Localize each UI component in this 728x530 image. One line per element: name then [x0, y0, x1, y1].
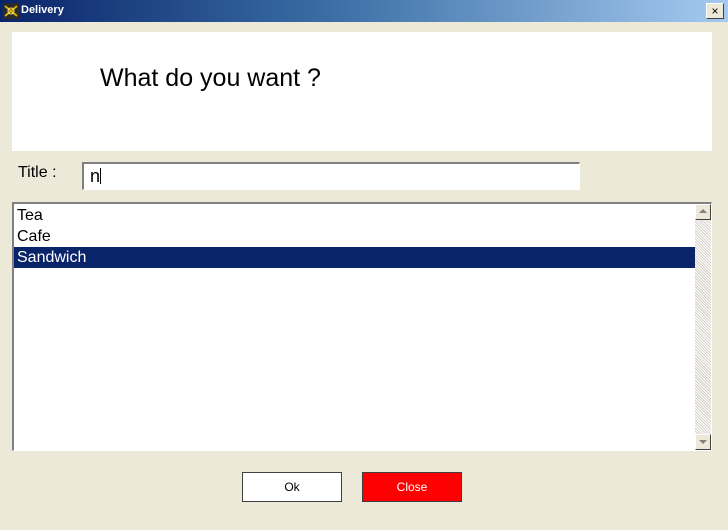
vertical-scrollbar[interactable] [695, 204, 711, 450]
text-caret [100, 168, 101, 184]
scroll-down-button[interactable] [695, 434, 711, 450]
arrow-up-icon [699, 209, 707, 213]
close-button[interactable]: Close [362, 472, 462, 502]
items-listbox[interactable]: Tea Cafe Sandwich [12, 202, 712, 451]
list-item[interactable]: Tea [14, 205, 695, 226]
prompt-text: What do you want ? [100, 64, 321, 92]
title-label: Title : [18, 164, 57, 181]
window-close-button[interactable]: × [706, 3, 724, 19]
arrow-down-icon [699, 440, 707, 444]
title-input[interactable] [82, 162, 580, 190]
prompt-banner: What do you want ? [12, 32, 712, 151]
delivery-window: Delivery × What do you want ? Title : Te… [0, 0, 728, 530]
title-bar[interactable]: Delivery × [0, 0, 728, 22]
scroll-up-button[interactable] [695, 204, 711, 220]
list-item[interactable]: Sandwich [14, 247, 695, 268]
list-item[interactable]: Cafe [14, 226, 695, 247]
list-items-container: Tea Cafe Sandwich [14, 205, 695, 268]
close-icon: × [711, 4, 719, 18]
ok-button[interactable]: Ok [242, 472, 342, 502]
app-icon [3, 3, 19, 19]
window-title: Delivery [21, 4, 64, 16]
